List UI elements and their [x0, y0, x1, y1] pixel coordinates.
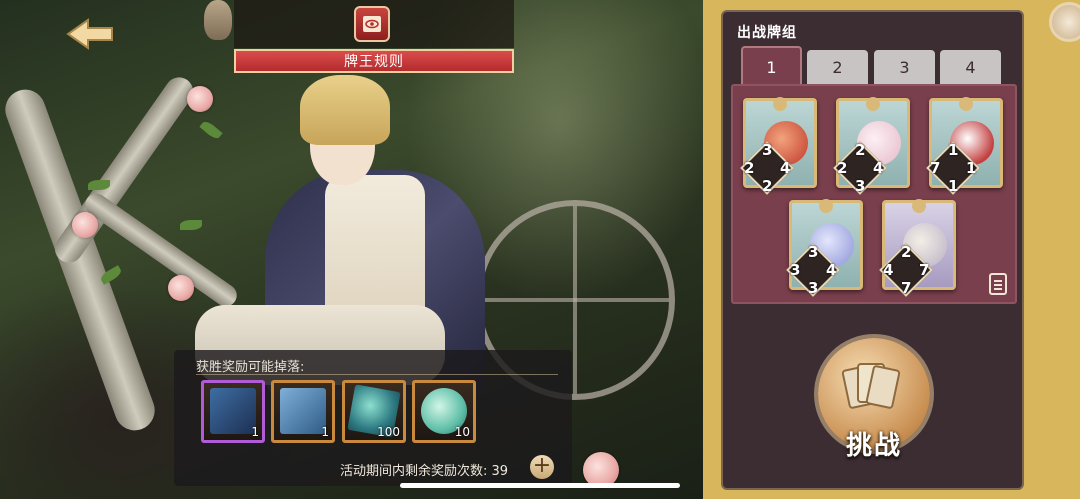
- corner-menu-button[interactable]: [1049, 2, 1080, 42]
- owl-decoration: [204, 0, 232, 40]
- deck-list-button[interactable]: [987, 272, 1009, 296]
- leaf-decoration: [88, 180, 110, 190]
- stat-bottom: 3: [808, 279, 819, 297]
- reward-count: 100: [377, 425, 400, 439]
- stat-bottom: 1: [948, 177, 959, 195]
- stat-bottom: 2: [762, 177, 773, 195]
- card-stats: 2 2 4 3: [831, 139, 891, 199]
- card-reward-icon: [280, 388, 326, 434]
- stat-right: 7: [919, 261, 930, 279]
- remaining-rewards-text: 活动期间内剩余奖励次数: 39: [340, 464, 509, 479]
- stat-left: 2: [744, 159, 755, 177]
- card-stats: 3 3 4 3: [784, 241, 844, 301]
- cards-icon: [842, 363, 901, 409]
- reward-count: 1: [321, 425, 329, 439]
- deck-card[interactable]: 3 2 4 2: [740, 97, 817, 195]
- tab-deck-2[interactable]: 2: [807, 50, 868, 84]
- reward-item[interactable]: 100: [342, 380, 406, 443]
- rarity-badge: [773, 97, 787, 111]
- stat-left: 4: [883, 261, 894, 279]
- reward-title: 获胜奖励可能掉落:: [196, 360, 305, 375]
- reward-item[interactable]: 1: [201, 380, 265, 443]
- stat-left: 3: [790, 261, 801, 279]
- stat-top: 2: [855, 141, 866, 159]
- home-indicator: [400, 483, 680, 488]
- rarity-badge: [912, 199, 926, 213]
- add-attempts-button[interactable]: +: [530, 455, 554, 479]
- back-button[interactable]: [60, 14, 120, 54]
- deck-card[interactable]: 2 4 7 7: [879, 199, 956, 297]
- card-reward-icon: [210, 388, 256, 434]
- stat-top: 3: [762, 141, 773, 159]
- stat-right: 4: [873, 159, 884, 177]
- tree-branch: [49, 71, 199, 269]
- tab-deck-4[interactable]: 4: [940, 50, 1001, 84]
- rose-decoration: [72, 212, 98, 238]
- leaf-decoration: [199, 119, 223, 141]
- deck-panel: 出战牌组 1 2 3 4 3 2 4 2 2 2 4 3 1 7 1 1 3 3…: [721, 10, 1024, 490]
- card-stats: 1 7 1 1: [924, 139, 984, 199]
- stat-bottom: 7: [901, 279, 912, 297]
- rarity-badge: [819, 199, 833, 213]
- rarity-badge: [959, 97, 973, 111]
- rules-label[interactable]: 牌王规则: [234, 49, 514, 73]
- deck-card-area: 3 2 4 2 2 2 4 3 1 7 1 1 3 3 4 3 2 4 7 7: [731, 84, 1017, 304]
- leaf-decoration: [180, 220, 202, 230]
- stat-bottom: 3: [855, 177, 866, 195]
- tab-deck-1[interactable]: 1: [741, 46, 802, 86]
- rose-decoration: [187, 86, 213, 112]
- stat-top: 3: [808, 243, 819, 261]
- reward-item[interactable]: 1: [271, 380, 335, 443]
- challenge-label[interactable]: 挑战: [828, 424, 920, 462]
- reward-count: 1: [251, 425, 259, 439]
- back-arrow-icon: [66, 18, 113, 50]
- stat-top: 2: [901, 243, 912, 261]
- stat-left: 7: [930, 159, 941, 177]
- stat-right: 4: [826, 261, 837, 279]
- reward-panel: 获胜奖励可能掉落: 1 1 100 10 活动期间内剩余奖励次数: 39 +: [174, 350, 572, 486]
- rules-button[interactable]: [354, 6, 390, 42]
- document-icon: [989, 273, 1007, 295]
- deck-card[interactable]: 2 2 4 3: [833, 97, 910, 195]
- card-stats: 3 2 4 2: [738, 139, 798, 199]
- eye-book-icon: [363, 16, 381, 32]
- rarity-badge: [866, 97, 880, 111]
- stat-left: 2: [837, 159, 848, 177]
- deck-card[interactable]: 3 3 4 3: [786, 199, 863, 297]
- rose-decoration: [168, 275, 194, 301]
- tab-deck-3[interactable]: 3: [874, 50, 935, 84]
- character-portrait: [195, 75, 485, 400]
- deck-title: 出战牌组: [737, 25, 797, 41]
- reward-count: 10: [454, 425, 470, 439]
- stat-right: 1: [966, 159, 977, 177]
- stat-top: 1: [948, 141, 959, 159]
- deck-card[interactable]: 1 7 1 1: [926, 97, 1003, 195]
- stat-right: 4: [780, 159, 791, 177]
- card-stats: 2 4 7 7: [877, 241, 937, 301]
- divider: [196, 374, 558, 375]
- reward-item[interactable]: 10: [412, 380, 476, 443]
- deck-sidebar: 出战牌组 1 2 3 4 3 2 4 2 2 2 4 3 1 7 1 1 3 3…: [703, 0, 1080, 499]
